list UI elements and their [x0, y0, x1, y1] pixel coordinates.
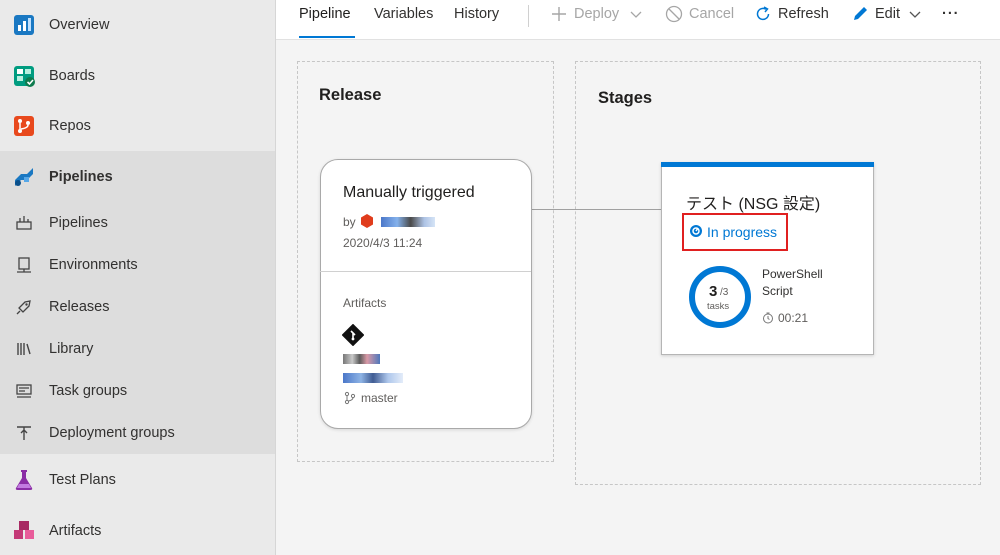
cancel-button[interactable]: Cancel — [665, 0, 734, 28]
refresh-label: Refresh — [778, 6, 829, 22]
nav-sub-item-deployment-groups[interactable]: Deployment groups — [0, 412, 275, 454]
nav-item-repos[interactable]: Repos — [0, 101, 275, 151]
nav-label: Overview — [49, 17, 110, 33]
cancel-icon — [665, 5, 683, 23]
nav-label: Boards — [49, 68, 95, 84]
left-navigation: Overview Boards Repos Pipelines Pipeline… — [0, 0, 276, 555]
pipelines-icon — [11, 164, 37, 190]
branch-name: master — [361, 391, 398, 405]
toolbar-separator — [528, 5, 529, 27]
nav-sub-item-library[interactable]: Library — [0, 328, 275, 370]
trigger-title: Manually triggered — [343, 184, 475, 201]
git-icon — [341, 323, 365, 347]
current-task-name: PowerShell — [762, 267, 823, 281]
tab-variables[interactable]: Variables — [374, 0, 433, 40]
nav-label: Pipelines — [49, 215, 108, 231]
nav-item-test-plans[interactable]: Test Plans — [0, 455, 275, 505]
card-divider — [320, 271, 531, 272]
triggered-by-label: by — [343, 215, 356, 229]
deploy-label: Deploy — [574, 6, 620, 22]
nav-item-pipelines[interactable]: Pipelines — [0, 152, 275, 202]
timer-icon — [762, 311, 774, 324]
tasks-label: tasks — [707, 301, 730, 312]
nav-sub-item-task-groups[interactable]: Task groups — [0, 370, 275, 412]
artifacts-label: Artifacts — [343, 296, 387, 310]
repos-icon — [11, 113, 37, 139]
edit-label: Edit — [875, 6, 900, 22]
nav-label: Repos — [49, 118, 91, 134]
more-actions-button[interactable]: ··· — [942, 0, 960, 28]
nav-label: Test Plans — [49, 472, 116, 488]
user-avatar — [360, 214, 374, 228]
release-to-stage-connector — [532, 209, 662, 210]
nav-item-artifacts[interactable]: Artifacts — [0, 506, 275, 555]
refresh-icon — [754, 5, 772, 23]
nav-label: Library — [49, 341, 94, 357]
edit-button[interactable]: Edit — [851, 0, 924, 28]
nav-label: Releases — [49, 299, 110, 315]
tab-history[interactable]: History — [454, 0, 499, 40]
nav-label: Artifacts — [49, 523, 102, 539]
branch-icon — [343, 391, 357, 405]
stage-status-bar — [661, 162, 874, 167]
redacted-artifact-name — [343, 354, 380, 364]
redacted-username — [381, 217, 435, 227]
nav-label: Deployment groups — [49, 425, 175, 441]
in-progress-icon — [689, 224, 703, 238]
release-section-title: Release — [319, 86, 382, 104]
tasks-done-count: 3 — [709, 283, 718, 300]
plus-icon — [550, 5, 568, 23]
library-icon — [14, 339, 34, 359]
task-groups-icon — [14, 381, 34, 401]
tab-pipeline[interactable]: Pipeline — [299, 0, 351, 40]
more-icon: ··· — [942, 6, 960, 22]
overview-icon — [11, 12, 37, 38]
stage-status[interactable]: In progress — [707, 224, 777, 240]
nav-item-overview[interactable]: Overview — [0, 0, 275, 50]
tasks-total-count: /3 — [720, 287, 729, 298]
chevron-down-icon — [906, 5, 924, 23]
elapsed-time: 00:21 — [778, 311, 809, 325]
artifacts-icon — [11, 518, 37, 544]
nav-sub-item-pipelines[interactable]: Pipelines — [0, 202, 275, 244]
cancel-label: Cancel — [689, 6, 735, 22]
pencil-icon — [851, 5, 869, 23]
deploy-button[interactable]: Deploy — [550, 0, 645, 28]
chevron-down-icon — [627, 5, 645, 23]
nav-label: Environments — [49, 257, 138, 273]
nav-item-boards[interactable]: Boards — [0, 51, 275, 101]
test-plans-icon — [11, 467, 37, 493]
current-task-name-line2: Script — [762, 284, 793, 298]
trigger-timestamp: 2020/4/3 11:24 — [343, 236, 423, 250]
release-toolbar: Pipeline Variables History Deploy Cancel… — [276, 0, 1000, 40]
nav-sub-item-environments[interactable]: Environments — [0, 244, 275, 286]
active-tab-indicator — [299, 36, 355, 38]
deployment-groups-icon — [14, 423, 34, 443]
pipelines-sub-icon — [14, 213, 34, 233]
nav-sub-item-releases[interactable]: Releases — [0, 286, 275, 328]
releases-icon — [14, 297, 34, 317]
stage-name: テスト (NSG 設定) — [686, 196, 821, 213]
nav-label: Pipelines — [49, 169, 113, 185]
redacted-artifact-version — [343, 373, 403, 383]
stages-section-title: Stages — [598, 89, 653, 107]
refresh-button[interactable]: Refresh — [754, 0, 829, 28]
environments-icon — [14, 255, 34, 275]
nav-label: Task groups — [49, 383, 128, 399]
boards-icon — [11, 63, 37, 89]
